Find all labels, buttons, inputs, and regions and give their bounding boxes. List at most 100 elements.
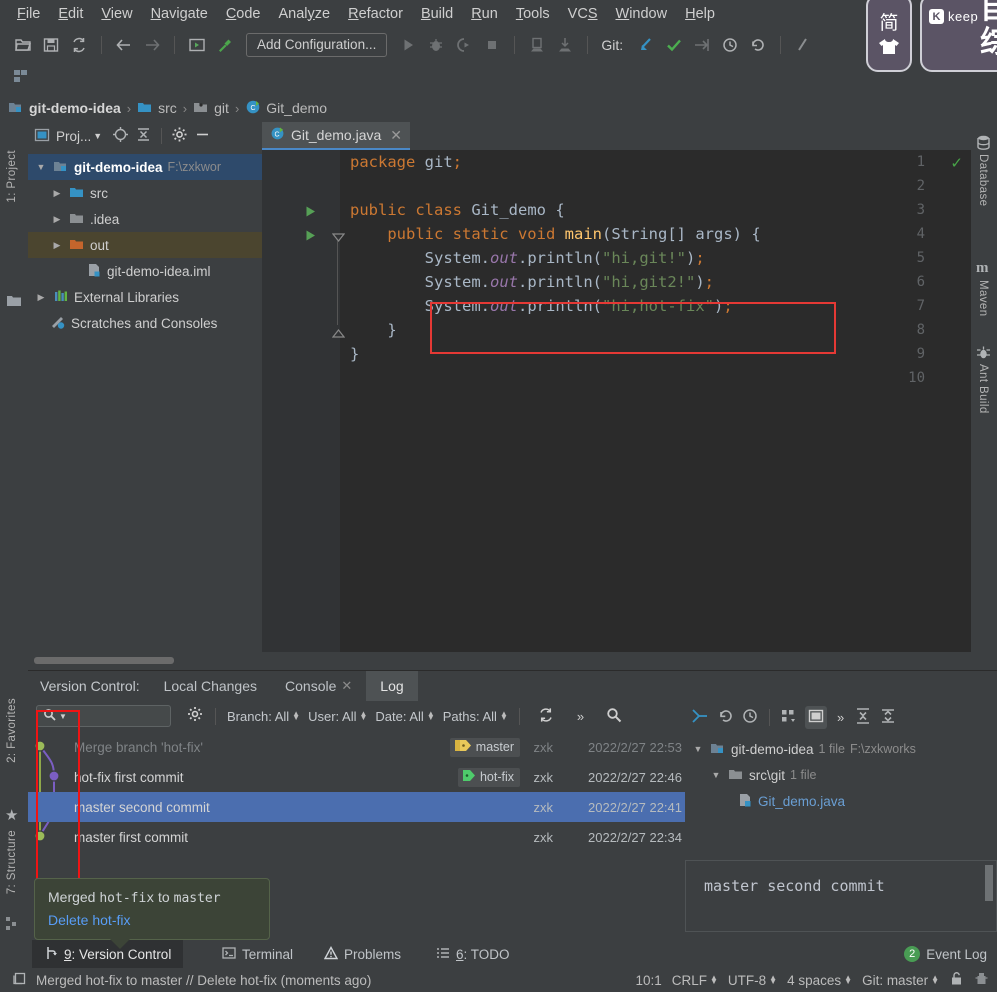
keep-app-widget[interactable]: K keep 自综 (920, 0, 997, 72)
tree-item-src[interactable]: ▶ src (28, 180, 262, 206)
expand-all-icon[interactable] (854, 707, 872, 728)
fold-expand-icon[interactable] (331, 326, 346, 338)
open-folder-icon[interactable] (10, 32, 36, 58)
chevron-collapsed-icon[interactable]: ▶ (34, 292, 48, 303)
chevron-down-icon[interactable]: ▼ (93, 131, 102, 141)
chevron-collapsed-icon[interactable]: ▶ (50, 214, 64, 225)
commit-row[interactable]: master first commit zxk 2022/2/27 22:34 (28, 822, 685, 852)
menu-navigate[interactable]: Navigate (142, 4, 217, 24)
maven-icon[interactable]: m (976, 260, 989, 277)
tree-item-module-root[interactable]: ▼ git-demo-idea F:\zxkwor (28, 154, 262, 180)
chevron-updown-icon[interactable]: ▲ ▼ (844, 974, 852, 986)
menu-run[interactable]: Run (462, 4, 507, 24)
filter-paths[interactable]: Paths: All ▲ ▼ (443, 709, 508, 724)
menu-refactor[interactable]: Refactor (339, 4, 412, 24)
menu-analyze[interactable]: Analyze (270, 4, 340, 24)
menu-vcs[interactable]: VCS (559, 4, 607, 24)
tree-item-external-libraries[interactable]: ▶ External Libraries (28, 284, 262, 310)
source-code[interactable]: package git; public class Git_demo { pub… (350, 150, 761, 366)
notification-icon[interactable] (12, 971, 27, 989)
bottom-tab-terminal[interactable]: Terminal (210, 940, 305, 968)
hammer-build-icon[interactable] (212, 32, 238, 58)
event-log-button[interactable]: 2 Event Log (904, 940, 987, 968)
gear-icon[interactable] (187, 706, 204, 726)
preview-pane-icon[interactable] (805, 705, 827, 729)
ime-indicator-widget[interactable]: 简 (866, 0, 912, 72)
breadcrumb-item-module[interactable]: git-demo-idea (8, 99, 121, 118)
chevron-updown-icon[interactable]: ▲ ▼ (359, 710, 367, 722)
chevron-down-icon[interactable]: ▼ (59, 712, 67, 721)
commit-ref-tag[interactable]: master (449, 737, 520, 757)
filter-branch[interactable]: Branch: All ▲ ▼ (227, 709, 300, 724)
sidebar-item-structure[interactable]: 7: Structure (6, 830, 18, 894)
bottom-tab-problems[interactable]: Problems (312, 940, 413, 968)
git-push-icon[interactable] (689, 32, 715, 58)
commit-row[interactable]: master second commit zxk 2022/2/27 22:41 (28, 792, 685, 822)
commit-row[interactable]: hot-fix first commit hot-fix zxk 2022/2/… (28, 762, 685, 792)
menu-view[interactable]: View (92, 4, 141, 24)
collapse-all-icon[interactable] (135, 126, 152, 146)
changes-row-folder[interactable]: ▼ src\git 1 file (685, 762, 997, 788)
menu-tools[interactable]: Tools (507, 4, 559, 24)
status-encoding[interactable]: UTF-8 ▲ ▼ (728, 973, 777, 988)
tab-console[interactable]: Console ✕ (271, 671, 366, 701)
stop-icon[interactable] (479, 32, 505, 58)
inspection-status-icon[interactable]: ✓ (950, 154, 963, 172)
sidebar-item-ant-build[interactable]: Ant Build (977, 364, 989, 414)
status-indent[interactable]: 4 spaces ▲ ▼ (787, 973, 852, 988)
shirt-icon[interactable] (878, 38, 900, 58)
breadcrumb-item-git[interactable]: git (193, 99, 229, 118)
group-by-icon[interactable] (780, 707, 798, 728)
database-icon[interactable] (975, 134, 992, 154)
status-git-branch[interactable]: Git: master ▲ ▼ (862, 973, 939, 988)
close-icon[interactable]: ✕ (341, 678, 352, 694)
inspector-icon[interactable] (974, 971, 989, 989)
refresh-icon[interactable] (537, 706, 555, 727)
menu-file[interactable]: File (8, 4, 49, 24)
run-gutter-icon[interactable] (304, 205, 318, 219)
menu-help[interactable]: Help (676, 4, 724, 24)
tree-item-idea[interactable]: ▶ .idea (28, 206, 262, 232)
chevron-expanded-icon[interactable]: ▼ (709, 770, 723, 780)
chevron-collapsed-icon[interactable]: ▶ (50, 240, 64, 251)
project-horizontal-scrollbar[interactable] (34, 657, 262, 664)
star-icon[interactable]: ★ (5, 806, 18, 824)
breadcrumb-item-class[interactable]: C Git_demo (245, 99, 327, 118)
chevron-collapsed-icon[interactable]: ▶ (50, 188, 64, 199)
chevron-double-right-icon[interactable]: » (837, 710, 844, 725)
run-icon[interactable] (395, 32, 421, 58)
close-icon[interactable]: ✕ (390, 127, 402, 144)
menu-code[interactable]: Code (217, 4, 270, 24)
search-everywhere-icon[interactable] (790, 32, 816, 58)
chevron-expanded-icon[interactable]: ▼ (34, 162, 48, 172)
structure-icon[interactable] (5, 916, 20, 934)
git-commit-check-icon[interactable] (661, 32, 687, 58)
sidebar-item-database[interactable]: Database (977, 154, 989, 206)
project-panel-title[interactable]: Proj... (56, 129, 91, 144)
ant-icon[interactable] (975, 344, 992, 364)
locate-target-icon[interactable] (112, 126, 129, 146)
fold-collapse-icon[interactable] (331, 231, 346, 243)
menu-build[interactable]: Build (412, 4, 462, 24)
debug-icon[interactable] (423, 32, 449, 58)
project-view-icon[interactable] (34, 127, 50, 146)
sidebar-item-maven[interactable]: Maven (977, 280, 989, 317)
status-line-separator[interactable]: CRLF ▲ ▼ (672, 973, 718, 988)
run-with-coverage-icon[interactable] (451, 32, 477, 58)
chevron-updown-icon[interactable]: ▲ ▼ (500, 710, 508, 722)
save-icon[interactable] (38, 32, 64, 58)
editor-gutter[interactable] (262, 150, 340, 652)
structure-small-icon[interactable] (8, 63, 34, 89)
pull-down-icon[interactable] (552, 32, 578, 58)
commit-ref-tag[interactable]: hot-fix (457, 767, 520, 787)
chevron-updown-icon[interactable]: ▲ ▼ (769, 974, 777, 986)
sidebar-item-project[interactable]: 1: Project (6, 150, 18, 203)
run-gutter-icon[interactable] (304, 229, 318, 243)
unlock-icon[interactable] (949, 971, 964, 989)
editor-tab-git-demo[interactable]: C Git_demo.java ✕ (262, 122, 411, 150)
folder-stripe-icon[interactable] (6, 294, 22, 311)
attach-debugger-icon[interactable] (524, 32, 550, 58)
merge-notification-balloon[interactable]: Merged hot-fix to master Delete hot-fix (34, 878, 270, 940)
chevron-updown-icon[interactable]: ▲ ▼ (292, 710, 300, 722)
chevron-double-right-icon[interactable]: » (577, 709, 584, 724)
